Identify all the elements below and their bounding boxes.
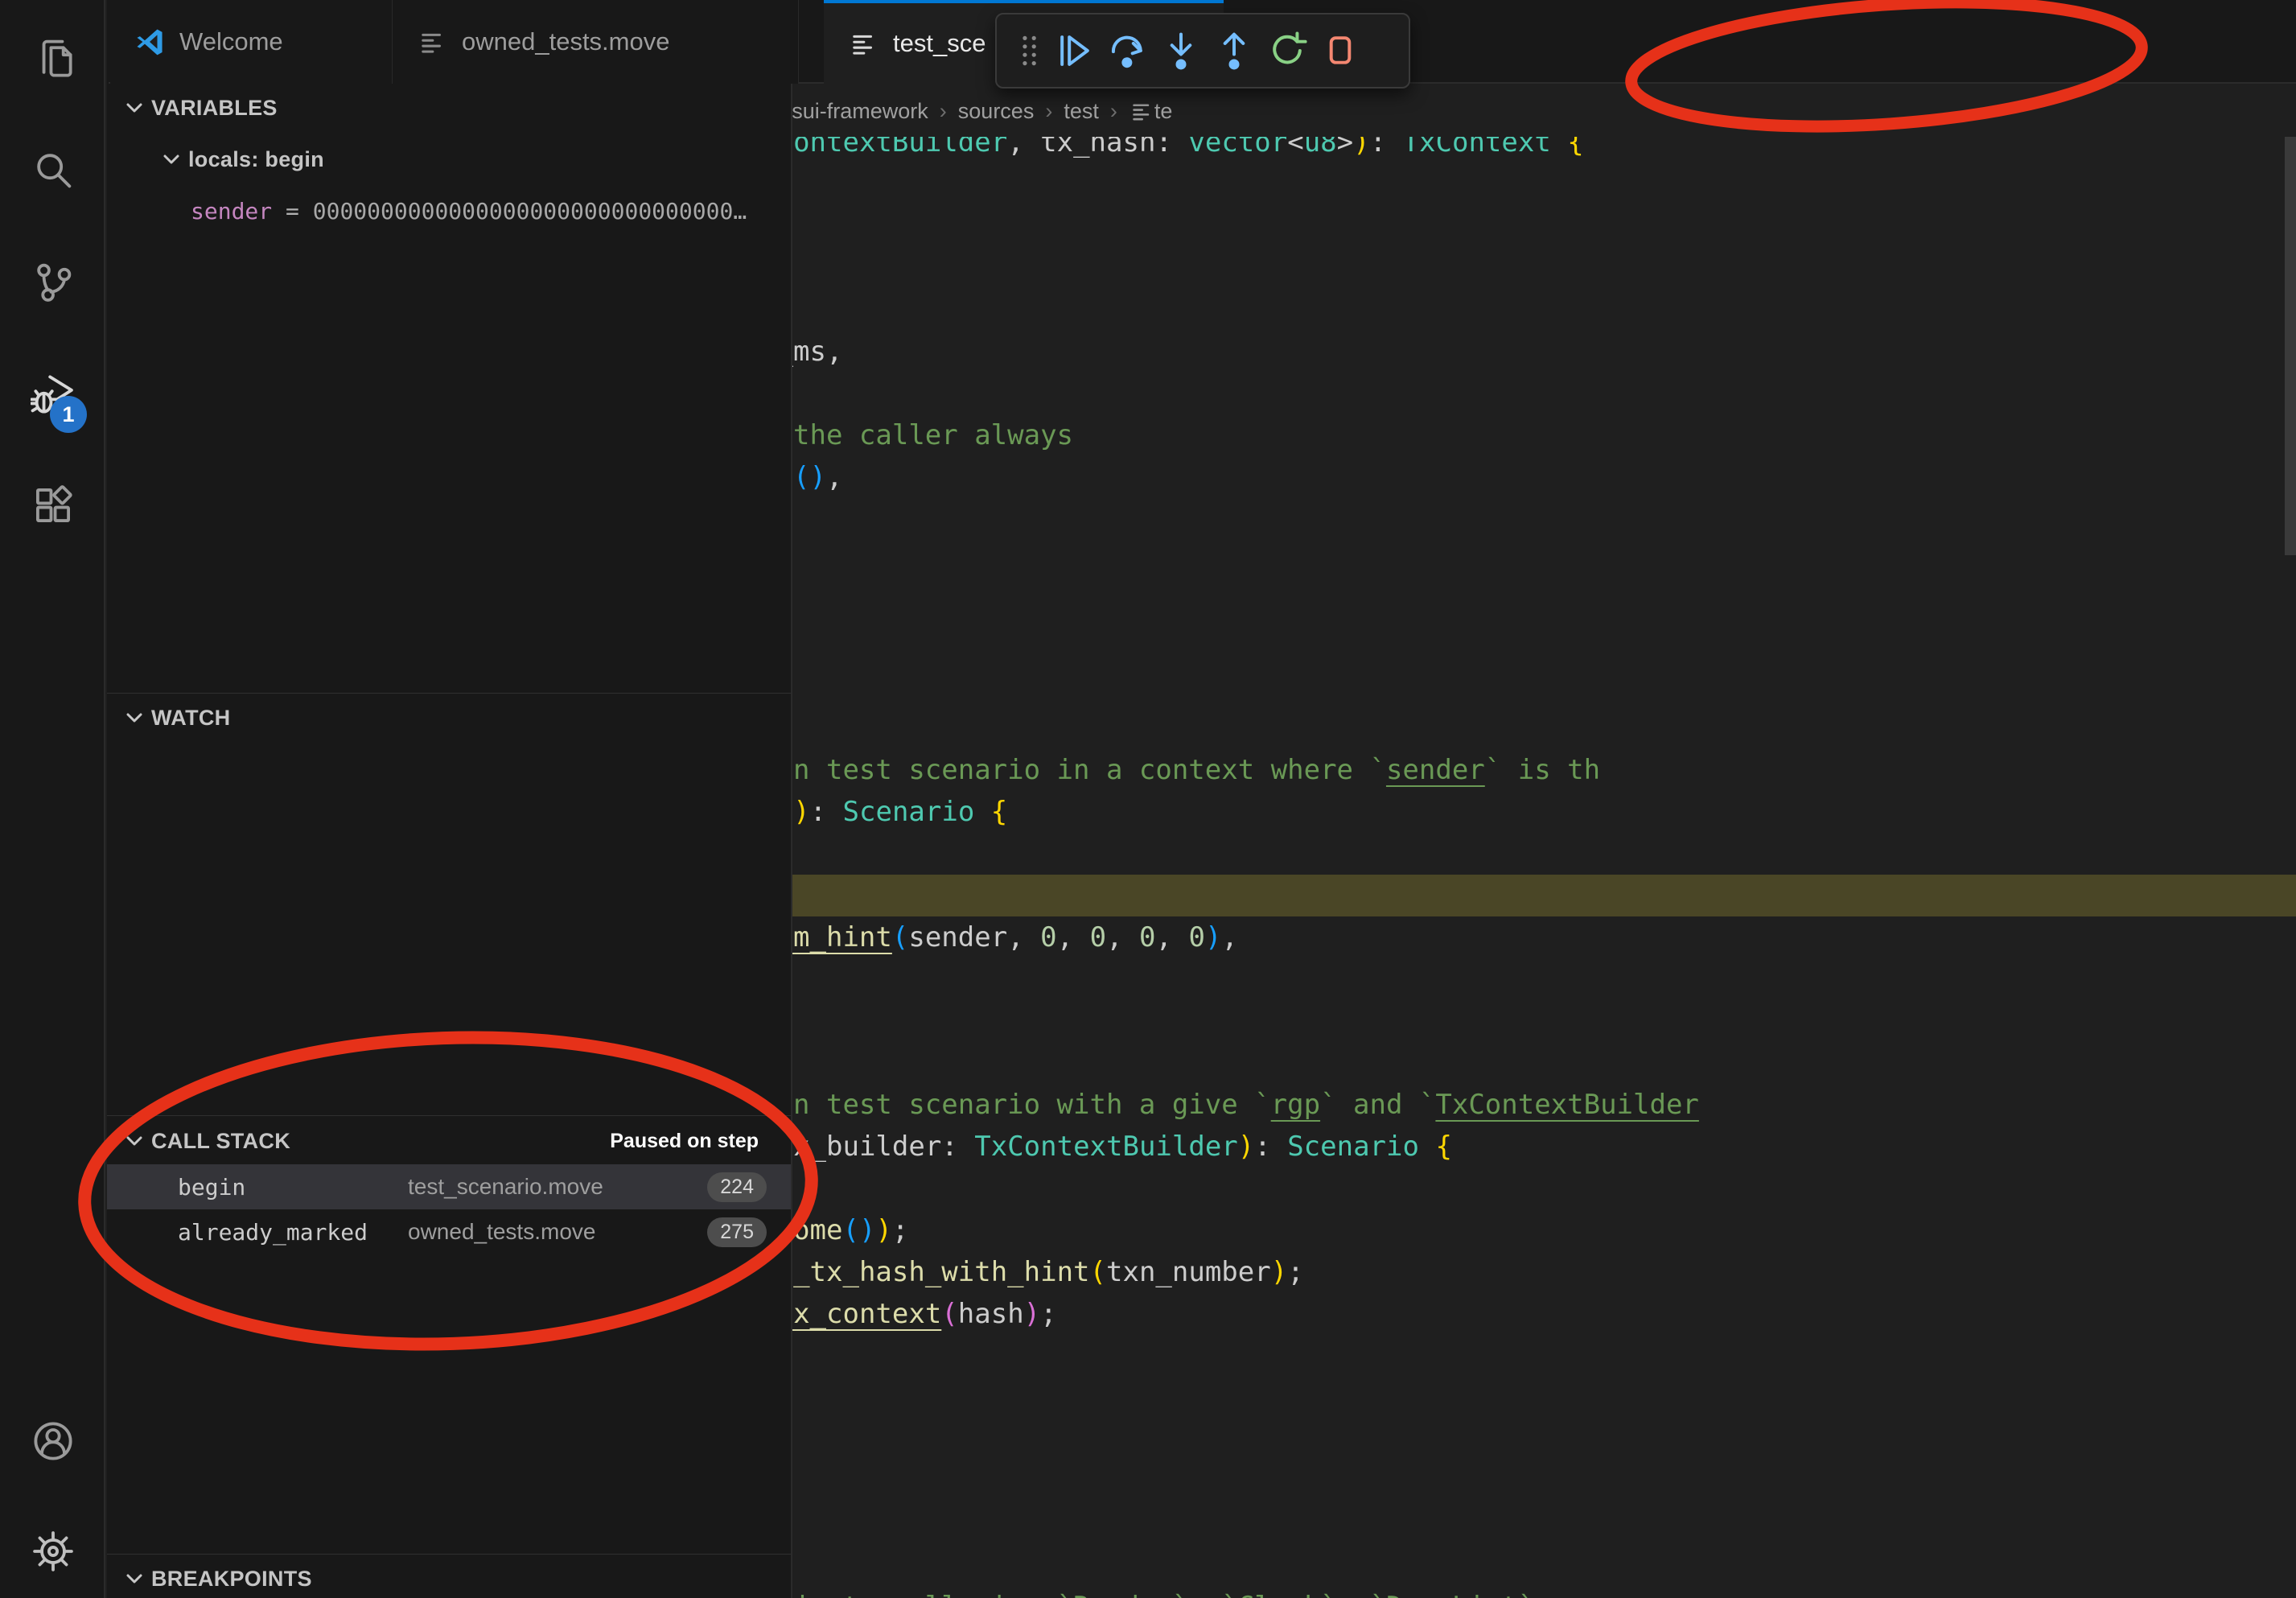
section-divider xyxy=(107,1554,791,1555)
chevron-down-icon xyxy=(121,1565,148,1592)
call-stack-section-label: CALL STACK xyxy=(151,1129,290,1154)
section-divider xyxy=(107,693,791,694)
tab-label: owned_tests.move xyxy=(462,27,669,56)
variable-value: 0000000000000000000000000000000… xyxy=(313,198,747,224)
chevron-down-icon xyxy=(121,704,148,731)
step-into-button[interactable] xyxy=(1154,24,1208,77)
breadcrumb-separator: › xyxy=(940,99,947,124)
run-and-debug-panel: RUN AND DEBUG No Configura ⋯ VARIABLES l… xyxy=(107,0,792,1598)
equals-sign: = xyxy=(286,198,299,224)
file-lines-icon xyxy=(417,27,447,57)
breadcrumb-item[interactable]: sources xyxy=(958,99,1035,124)
tab-owned-tests-move[interactable]: owned_tests.move xyxy=(393,0,799,84)
frame-file: test_scenario.move xyxy=(408,1174,603,1200)
tab-welcome[interactable]: Welcome xyxy=(110,0,393,84)
files-icon[interactable] xyxy=(31,35,76,80)
breadcrumb-item-file[interactable]: te xyxy=(1129,98,1173,124)
file-lines-icon xyxy=(1129,98,1154,124)
breakpoints-section-label: BREAKPOINTS xyxy=(151,1567,312,1592)
editor-scrollbar[interactable] xyxy=(2285,137,2296,555)
extensions-icon[interactable] xyxy=(31,483,76,528)
frame-name: begin xyxy=(178,1174,389,1201)
frame-line-badge: 275 xyxy=(707,1217,767,1247)
file-lines-icon xyxy=(848,28,878,59)
tab-label: test_sce xyxy=(893,29,985,58)
debug-toolbar xyxy=(995,13,1410,89)
step-out-icon xyxy=(1213,30,1255,72)
breadcrumb-separator: › xyxy=(1045,99,1052,124)
stop-button[interactable] xyxy=(1314,24,1367,77)
variable-name: sender xyxy=(191,198,272,224)
debug-count-badge: 1 xyxy=(50,396,87,433)
chevron-down-icon xyxy=(121,94,148,121)
restart-icon xyxy=(1266,30,1308,72)
watch-section-label: WATCH xyxy=(151,706,230,731)
drag-handle[interactable] xyxy=(1011,27,1048,75)
call-stack-section-header[interactable]: CALL STACK Paused on step xyxy=(107,1120,791,1162)
variables-section-header[interactable]: VARIABLES xyxy=(107,87,791,129)
step-out-button[interactable] xyxy=(1208,24,1261,77)
stop-icon xyxy=(1319,30,1361,72)
watch-section-header[interactable]: WATCH xyxy=(107,697,791,739)
call-stack-frame-begin[interactable]: begin test_scenario.move 224 xyxy=(107,1164,791,1209)
frame-line-badge: 224 xyxy=(707,1172,767,1202)
breadcrumb-item[interactable]: sui-framework xyxy=(792,99,928,124)
breadcrumb-item[interactable]: test xyxy=(1064,99,1099,124)
step-over-icon xyxy=(1107,30,1149,72)
frame-file: owned_tests.move xyxy=(408,1219,595,1245)
tab-label: Welcome xyxy=(179,27,283,56)
vscode-logo-icon xyxy=(134,27,165,57)
scope-label: locals: begin xyxy=(188,147,324,172)
breakpoints-section-header[interactable]: BREAKPOINTS xyxy=(107,1558,791,1598)
settings-gear-icon[interactable] xyxy=(31,1529,76,1574)
section-divider xyxy=(107,1115,791,1116)
activity-bar: 1 xyxy=(0,0,105,1598)
drag-grip-icon xyxy=(1011,30,1048,72)
vscode-window: 1 RUN AND DEBUG No Configura ⋯ VARIABLES… xyxy=(0,0,2296,1598)
chevron-down-icon xyxy=(158,146,185,173)
frame-name: already_marked xyxy=(178,1219,389,1246)
source-control-icon[interactable] xyxy=(31,259,76,304)
variables-scope-row[interactable]: locals: begin xyxy=(107,138,791,180)
continue-button[interactable] xyxy=(1048,24,1101,77)
variables-section-label: VARIABLES xyxy=(151,96,278,121)
restart-button[interactable] xyxy=(1261,24,1314,77)
call-stack-frame-already_marked[interactable]: already_marked owned_tests.move 275 xyxy=(107,1209,791,1254)
step-into-icon xyxy=(1160,30,1202,72)
variable-row[interactable]: sender = 0000000000000000000000000000000… xyxy=(107,190,791,232)
paused-status-text: Paused on step xyxy=(610,1130,759,1153)
step-over-button[interactable] xyxy=(1101,24,1154,77)
chevron-down-icon xyxy=(121,1127,148,1155)
breadcrumb-separator: › xyxy=(1110,99,1117,124)
continue-icon xyxy=(1054,30,1096,72)
account-icon[interactable] xyxy=(31,1419,76,1464)
search-icon[interactable] xyxy=(31,147,76,192)
